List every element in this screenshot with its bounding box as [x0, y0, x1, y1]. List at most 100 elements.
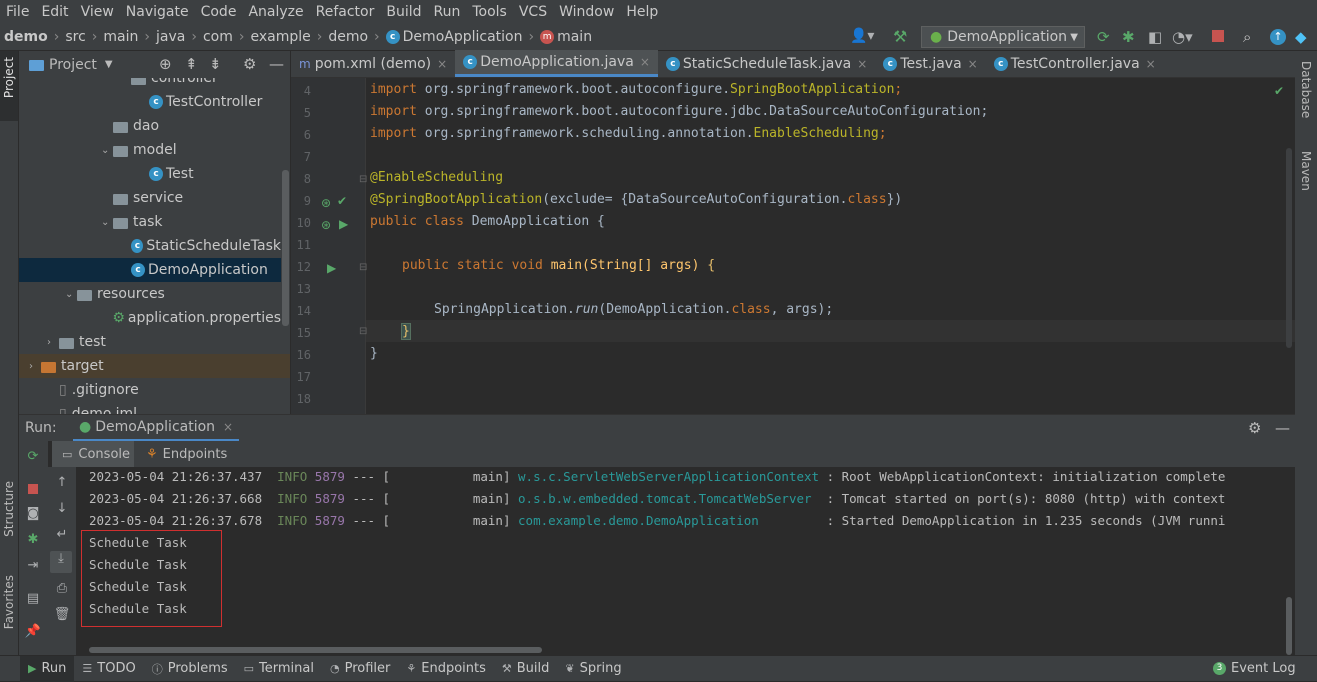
- menu-item-navigate[interactable]: Navigate: [120, 4, 195, 20]
- tool-window-endpoints[interactable]: ⚘ Endpoints: [398, 661, 494, 676]
- chevron-right-icon[interactable]: ›: [47, 337, 59, 348]
- console-output[interactable]: 2023-05-04 21:26:37.437 INFO 5879 --- [ …: [76, 467, 1295, 655]
- close-icon[interactable]: ×: [968, 57, 978, 71]
- minimize-icon[interactable]: —: [269, 55, 284, 73]
- code-editor[interactable]: 4 5 6 7 8 9 10 11 12 13 14 15 16 17 18 ⊛ ✔ ⊛ ▶ ▶ ⊟ ⊟ ⊟…: [291, 78, 1295, 414]
- menu-item-run[interactable]: Run: [428, 4, 467, 20]
- user-icon[interactable]: 👤▾: [850, 28, 874, 44]
- expand-all-icon[interactable]: ⇞: [185, 55, 198, 73]
- menu-item-edit[interactable]: Edit: [35, 4, 74, 20]
- minimize-icon[interactable]: —: [1275, 419, 1290, 437]
- maven-side-tab[interactable]: Maven: [1299, 151, 1313, 191]
- breadcrumb-example[interactable]: example: [246, 29, 314, 45]
- hammer-icon[interactable]: ⚒: [893, 27, 907, 46]
- editor-tab[interactable]: c TestController.java ×: [986, 50, 1164, 77]
- update-icon[interactable]: ↑: [1270, 29, 1286, 45]
- camera-icon[interactable]: ◙: [23, 506, 43, 521]
- tree-item[interactable]: c StaticScheduleTask: [19, 234, 281, 258]
- tree-item[interactable]: service: [19, 186, 281, 210]
- tool-window-profiler[interactable]: ◔ Profiler: [322, 661, 398, 676]
- spring-icon[interactable]: ✔: [337, 194, 347, 208]
- search-icon[interactable]: ⌕: [1243, 28, 1251, 46]
- chevron-down-icon[interactable]: ⌄: [101, 217, 113, 228]
- menu-item-file[interactable]: File: [0, 4, 35, 20]
- coverage-icon[interactable]: ◧: [1148, 28, 1162, 46]
- console-tab[interactable]: ▭ Console: [52, 441, 134, 467]
- favorites-side-tab[interactable]: Favorites: [2, 575, 16, 629]
- close-icon[interactable]: ×: [223, 420, 233, 434]
- breadcrumb-main[interactable]: main: [99, 29, 142, 45]
- trash-icon[interactable]: 🗑: [52, 607, 72, 622]
- collapse-all-icon[interactable]: ⇟: [209, 55, 222, 73]
- tree-item[interactable]: ⚙ application.properties: [19, 306, 281, 330]
- close-icon[interactable]: ×: [857, 57, 867, 71]
- fold-icon[interactable]: ⊟: [359, 262, 367, 273]
- stop-icon[interactable]: [28, 484, 38, 494]
- menu-item-tools[interactable]: Tools: [466, 4, 513, 20]
- soft-wrap-icon[interactable]: ↵: [52, 527, 72, 542]
- editor-tab[interactable]: c DemoApplication.java ×: [455, 50, 658, 77]
- tree-item[interactable]: c DemoApplication: [19, 258, 281, 282]
- tool-window-run[interactable]: ▶ Run: [20, 655, 75, 682]
- close-icon[interactable]: ×: [437, 57, 447, 71]
- menu-item-help[interactable]: Help: [620, 4, 664, 20]
- debug-icon[interactable]: ✱: [23, 532, 43, 547]
- chevron-right-icon[interactable]: ›: [29, 361, 41, 372]
- scroll-to-end-icon[interactable]: ⤓: [50, 551, 72, 573]
- tree-item[interactable]: ⌄ model: [19, 138, 281, 162]
- menu-item-view[interactable]: View: [75, 4, 120, 20]
- plugin-icon[interactable]: ◆: [1295, 28, 1307, 46]
- editor-scrollbar[interactable]: [1286, 148, 1292, 348]
- profile-icon[interactable]: ◔▾: [1172, 28, 1193, 46]
- menu-item-analyze[interactable]: Analyze: [242, 4, 309, 20]
- editor-tab[interactable]: c StaticScheduleTask.java ×: [658, 50, 875, 77]
- fold-icon[interactable]: ⊟: [359, 326, 367, 337]
- print-icon[interactable]: ⎙: [52, 581, 72, 596]
- tree-item[interactable]: c Test: [19, 162, 281, 186]
- debug-icon[interactable]: ✱: [1122, 28, 1135, 46]
- editor-tab[interactable]: m pom.xml (demo) ×: [291, 50, 455, 77]
- stop-icon[interactable]: [1212, 30, 1224, 42]
- tree-item[interactable]: › test: [19, 330, 281, 354]
- structure-side-tab[interactable]: Structure: [2, 481, 16, 537]
- up-arrow-icon[interactable]: ↑: [52, 475, 72, 490]
- menu-item-refactor[interactable]: Refactor: [310, 4, 381, 20]
- breadcrumb-method[interactable]: m main: [536, 29, 596, 45]
- breadcrumb-com[interactable]: com: [199, 29, 237, 45]
- project-scrollbar[interactable]: [282, 170, 289, 326]
- locate-icon[interactable]: ⊕: [159, 55, 172, 73]
- event-log-button[interactable]: 3 Event Log: [1205, 661, 1304, 676]
- breadcrumb-demo-pkg[interactable]: demo: [324, 29, 372, 45]
- tree-item[interactable]: ▯ .gitignore: [19, 378, 281, 402]
- gear-icon[interactable]: ⚙: [243, 55, 256, 73]
- endpoints-tab[interactable]: ⚘ Endpoints: [146, 441, 227, 467]
- menu-item-code[interactable]: Code: [195, 4, 243, 20]
- chevron-down-icon[interactable]: ⌄: [101, 145, 113, 156]
- fold-icon[interactable]: ⊟: [359, 174, 367, 185]
- tree-item[interactable]: ▯ demo.iml: [19, 402, 281, 414]
- breadcrumb-src[interactable]: src: [61, 29, 89, 45]
- run-main-gutter-icon[interactable]: ▶: [327, 261, 336, 275]
- gear-icon[interactable]: ⚙: [1248, 419, 1261, 437]
- pin-icon[interactable]: 📌: [23, 624, 43, 639]
- rerun-icon[interactable]: ⟳: [23, 449, 43, 464]
- tree-item[interactable]: › target: [19, 354, 290, 378]
- breadcrumb-class[interactable]: c DemoApplication: [382, 29, 527, 45]
- tree-item[interactable]: ⌄ task: [19, 210, 281, 234]
- run-config-select[interactable]: ● DemoApplication ▼: [921, 26, 1085, 48]
- breadcrumb-demo[interactable]: demo: [0, 29, 52, 45]
- tree-item[interactable]: dao: [19, 114, 281, 138]
- menu-item-window[interactable]: Window: [553, 4, 620, 20]
- tool-window-todo[interactable]: ☰ TODO: [74, 661, 143, 676]
- tool-window-build[interactable]: ⚒ Build: [494, 661, 558, 676]
- tool-window-terminal[interactable]: ▭ Terminal: [236, 661, 322, 676]
- run-gutter-icon[interactable]: ▶: [339, 217, 348, 231]
- tree-item[interactable]: controller: [19, 78, 281, 90]
- tree-item[interactable]: c TestController: [19, 90, 281, 114]
- chevron-down-icon[interactable]: ⌄: [65, 289, 77, 300]
- database-side-tab[interactable]: Database: [1299, 61, 1313, 118]
- project-title[interactable]: Project: [49, 57, 97, 73]
- breadcrumb-java[interactable]: java: [152, 29, 189, 45]
- console-vscrollbar[interactable]: [1286, 597, 1292, 655]
- menu-item-build[interactable]: Build: [380, 4, 427, 20]
